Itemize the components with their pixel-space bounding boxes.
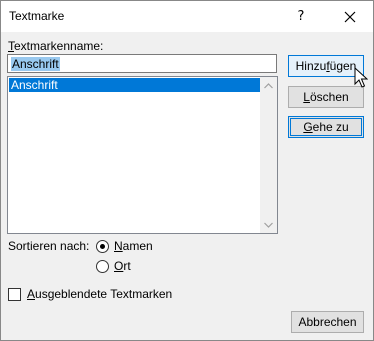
scroll-down-arrow[interactable] xyxy=(260,216,277,233)
chevron-up-icon xyxy=(264,82,273,88)
bookmark-name-label: Textmarkenname: xyxy=(8,39,104,53)
hidden-bookmarks-checkbox[interactable]: Ausgeblendete Textmarken xyxy=(8,287,172,301)
sort-by-label: Sortieren nach: xyxy=(8,239,90,253)
scroll-up-arrow[interactable] xyxy=(260,77,277,94)
sort-by-location-label: Ort xyxy=(114,259,131,273)
help-button[interactable]: ? xyxy=(286,1,316,32)
bookmark-name-input[interactable]: Anschrift xyxy=(7,54,277,73)
delete-button[interactable]: Löschen xyxy=(288,86,364,108)
radio-button-unchecked[interactable] xyxy=(96,259,109,273)
mouse-pointer-icon xyxy=(354,67,368,88)
chevron-down-icon xyxy=(264,222,273,228)
bookmark-name-value: Anschrift xyxy=(11,57,60,71)
title-bar: Textmarke ? xyxy=(1,1,373,32)
add-button[interactable]: Hinzufügen xyxy=(288,55,364,77)
list-scrollbar[interactable] xyxy=(260,77,277,233)
checkbox[interactable] xyxy=(8,287,21,301)
sort-by-name-radio[interactable]: Namen xyxy=(96,239,153,253)
sort-by-location-radio[interactable]: Ort xyxy=(96,259,131,273)
close-icon xyxy=(344,11,356,22)
delete-button-label: Löschen xyxy=(303,90,349,104)
list-item[interactable]: Anschrift xyxy=(9,78,261,92)
cancel-button[interactable]: Abbrechen xyxy=(291,311,364,333)
goto-button[interactable]: Gehe zu xyxy=(288,116,364,138)
close-button[interactable] xyxy=(335,1,365,32)
bookmark-list[interactable]: Anschrift xyxy=(7,76,278,234)
dialog-title: Textmarke xyxy=(9,9,65,23)
radio-button-checked[interactable] xyxy=(96,239,109,253)
bookmark-dialog: Textmarke ? Textmarkenname: Anschrift An… xyxy=(0,0,374,341)
add-button-label: Hinzufügen xyxy=(295,59,357,73)
goto-button-label: Gehe zu xyxy=(303,120,349,134)
cancel-button-label: Abbrechen xyxy=(298,315,357,329)
hidden-bookmarks-label: Ausgeblendete Textmarken xyxy=(27,287,173,301)
sort-by-name-label: Namen xyxy=(114,239,153,253)
